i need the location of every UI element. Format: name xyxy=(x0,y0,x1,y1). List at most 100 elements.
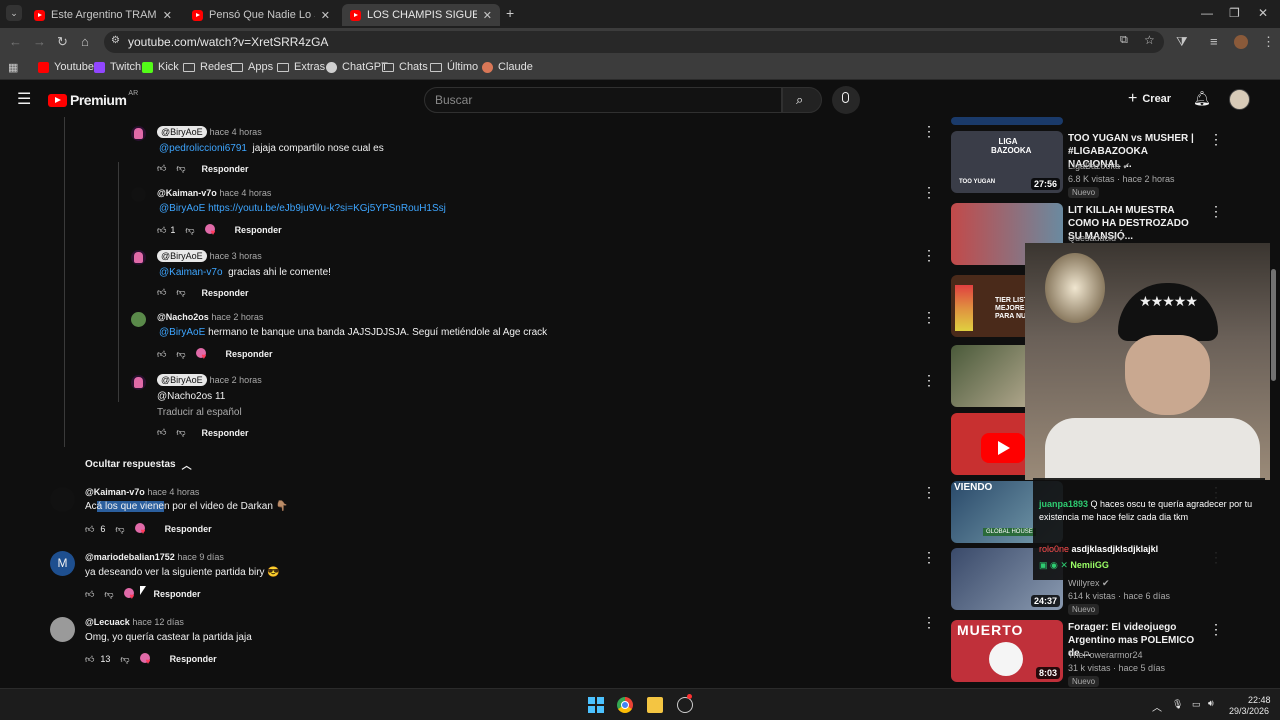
video-menu-icon[interactable]: ⋮ xyxy=(1209,203,1223,220)
install-icon[interactable]: ⧉ xyxy=(1120,34,1128,47)
hide-replies-button[interactable]: Ocultar respuestas ︿ xyxy=(85,457,192,472)
new-tab-button[interactable]: + xyxy=(506,5,514,21)
video-thumbnail[interactable]: MUERTO 8:03 xyxy=(951,620,1063,682)
like-icon[interactable]: 👍︎ xyxy=(157,349,166,360)
hamburger-menu-icon[interactable]: ☰ xyxy=(17,89,31,109)
minimize-icon[interactable]: — xyxy=(1201,6,1213,20)
video-menu-icon[interactable]: ⋮ xyxy=(1209,621,1223,638)
tab-search-button[interactable]: ⌄ xyxy=(6,5,22,21)
avatar[interactable] xyxy=(131,187,146,202)
video-thumbnail[interactable]: LIGA BAZOOKA TOO YUGAN 27:56 xyxy=(951,131,1063,193)
video-thumbnail[interactable] xyxy=(951,117,1063,125)
windows-start-icon[interactable] xyxy=(588,697,604,713)
comment-menu-icon[interactable]: ⋮ xyxy=(922,484,936,501)
comment-menu-icon[interactable]: ⋮ xyxy=(922,549,936,566)
channel-name[interactable]: LigaBazooka ✔ xyxy=(1068,161,1130,172)
comment-menu-icon[interactable]: ⋮ xyxy=(922,247,936,264)
video-menu-icon[interactable]: ⋮ xyxy=(1209,131,1223,148)
clock-time[interactable]: 22:48 xyxy=(1248,695,1271,705)
avatar[interactable] xyxy=(50,617,75,642)
scrollbar-thumb[interactable] xyxy=(1271,269,1276,381)
file-explorer-icon[interactable] xyxy=(647,697,663,713)
bookmark-chats[interactable]: Chats xyxy=(382,61,428,73)
bookmark-chatgpt[interactable]: ChatGPT xyxy=(326,61,388,73)
voice-search-button[interactable] xyxy=(832,86,860,114)
site-info-icon[interactable]: ⚙ xyxy=(111,35,120,46)
bookmark-star-icon[interactable]: ☆ xyxy=(1144,33,1155,47)
comment-menu-icon[interactable]: ⋮ xyxy=(922,372,936,389)
bookmark-ultimo[interactable]: Último xyxy=(430,61,478,73)
comment-menu-icon[interactable]: ⋮ xyxy=(922,123,936,140)
dislike-icon[interactable]: 👎︎ xyxy=(176,163,185,174)
avatar[interactable] xyxy=(131,250,146,265)
network-icon[interactable]: ▭ xyxy=(1192,699,1201,710)
author-chip[interactable]: @BiryAoE xyxy=(157,250,207,262)
account-avatar[interactable] xyxy=(1229,89,1250,110)
reply-button[interactable]: Responder xyxy=(235,225,282,235)
close-tab-icon[interactable]: ✕ xyxy=(163,9,172,22)
bookmark-kick[interactable]: Kick xyxy=(142,61,179,73)
like-icon[interactable]: 👍︎ xyxy=(157,163,166,174)
reading-list-icon[interactable]: ≡ xyxy=(1210,34,1218,49)
avatar[interactable] xyxy=(50,487,75,512)
volume-icon[interactable]: 🔊︎ xyxy=(1208,698,1214,709)
reply-button[interactable]: Responder xyxy=(202,428,249,438)
app-icon[interactable] xyxy=(677,694,693,713)
video-link[interactable]: https://youtu.be/eJb9ju9Vu-k?si=KGj5YPSn… xyxy=(208,203,446,214)
notifications-bell-icon[interactable]: 🔔︎ xyxy=(1193,90,1211,107)
forward-icon[interactable]: → xyxy=(33,34,46,49)
dislike-icon[interactable]: 👎︎ xyxy=(104,589,113,600)
home-icon[interactable]: ⌂ xyxy=(81,34,89,49)
translate-link[interactable]: Traducir al español xyxy=(157,407,242,418)
dislike-icon[interactable]: 👎︎ xyxy=(176,287,185,298)
avatar[interactable] xyxy=(131,312,146,327)
author-handle[interactable]: @mariodebalian1752 xyxy=(85,552,175,562)
reply-button[interactable]: Responder xyxy=(165,524,212,534)
tab-3-active[interactable]: LOS CHAMPIS SIGUEN OP !!! PE ✕ xyxy=(342,4,500,26)
dislike-icon[interactable]: 👎︎ xyxy=(176,349,185,360)
mention-link[interactable]: @BiryAoE xyxy=(159,327,205,338)
mention-link[interactable]: @pedroliccioni6791 xyxy=(159,143,247,154)
bookmark-twitch[interactable]: Twitch xyxy=(94,61,141,73)
like-icon[interactable]: 👍︎ xyxy=(157,287,166,298)
author-chip[interactable]: @BiryAoE xyxy=(157,126,207,138)
search-button[interactable]: ⌕ xyxy=(782,87,822,113)
reply-button[interactable]: Responder xyxy=(202,164,249,174)
like-icon[interactable]: 👍︎ xyxy=(85,589,94,600)
comment-menu-icon[interactable]: ⋮ xyxy=(922,184,936,201)
chrome-menu-icon[interactable]: ⋮ xyxy=(1262,34,1275,50)
restore-icon[interactable]: ❐ xyxy=(1229,6,1240,20)
bookmark-claude[interactable]: Claude xyxy=(482,61,533,73)
apps-grid-icon[interactable]: ▦ xyxy=(8,61,18,74)
tab-1[interactable]: Este Argentino TRAMPOSO está ✕ xyxy=(26,4,180,26)
bookmark-extras[interactable]: Extras xyxy=(277,61,325,73)
mention-link[interactable]: @BiryAoE xyxy=(159,203,205,214)
dislike-icon[interactable]: 👎︎ xyxy=(120,654,129,665)
author-handle[interactable]: @Nacho2os xyxy=(157,312,209,322)
channel-name[interactable]: ThePowerarmor24 xyxy=(1068,650,1143,660)
reply-button[interactable]: Responder xyxy=(170,654,217,664)
reload-icon[interactable]: ↻ xyxy=(57,34,68,50)
search-input[interactable]: Buscar xyxy=(424,87,782,113)
tab-2[interactable]: Pensó Que Nadie Lo Sabría y Le ✕ xyxy=(184,4,338,26)
dislike-icon[interactable]: 👎︎ xyxy=(176,427,185,438)
avatar[interactable] xyxy=(131,126,146,141)
like-icon[interactable]: 👍︎ xyxy=(157,427,166,438)
bookmark-redes[interactable]: Redes xyxy=(183,61,232,73)
dislike-icon[interactable]: 👎︎ xyxy=(185,225,194,236)
profile-avatar[interactable] xyxy=(1234,35,1248,49)
comment-menu-icon[interactable]: ⋮ xyxy=(922,309,936,326)
avatar[interactable]: M xyxy=(50,551,75,576)
bookmark-apps[interactable]: Apps xyxy=(231,61,273,73)
author-handle[interactable]: @Lecuack xyxy=(85,617,130,627)
clock-date[interactable]: 29/3/2026 xyxy=(1229,706,1269,716)
close-tab-icon[interactable]: ✕ xyxy=(483,9,492,22)
reply-button[interactable]: Responder xyxy=(202,288,249,298)
author-handle[interactable]: @Kaiman-v7o xyxy=(157,188,217,198)
close-tab-icon[interactable]: ✕ xyxy=(321,9,330,22)
microphone-tray-icon[interactable]: 🎙︎ xyxy=(1172,699,1183,710)
chevron-up-icon[interactable]: ︿ xyxy=(1152,699,1162,714)
like-icon[interactable]: 👍︎ xyxy=(157,225,166,236)
comment-menu-icon[interactable]: ⋮ xyxy=(922,614,936,631)
mention-link[interactable]: @Kaiman-v7o xyxy=(159,267,223,278)
